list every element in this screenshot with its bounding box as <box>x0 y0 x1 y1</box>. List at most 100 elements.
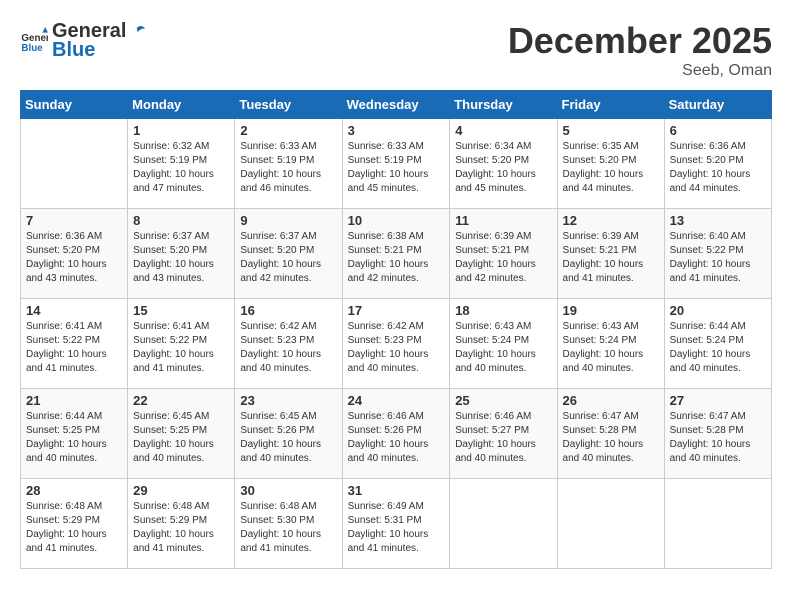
day-info: Sunrise: 6:36 AMSunset: 5:20 PMDaylight:… <box>670 140 766 196</box>
day-number: 23 <box>240 393 336 408</box>
page-header: General Blue General Blue December 2025 … <box>20 20 772 80</box>
calendar-cell: 9 Sunrise: 6:37 AMSunset: 5:20 PMDaylight… <box>235 209 342 299</box>
calendar-cell: 28Sunrise: 6:48 AMSunset: 5:29 PMDayligh… <box>21 479 128 569</box>
calendar-week-5: 28Sunrise: 6:48 AMSunset: 5:29 PMDayligh… <box>21 479 772 569</box>
day-info: Sunrise: 6:44 AMSunset: 5:25 PMDaylight:… <box>26 410 122 466</box>
day-info: Sunrise: 6:42 AMSunset: 5:23 PMDaylight:… <box>348 320 445 376</box>
day-number: 1 <box>133 123 229 138</box>
calendar-cell: 23Sunrise: 6:45 AMSunset: 5:26 PMDayligh… <box>235 389 342 479</box>
day-info: Sunrise: 6:32 AMSunset: 5:19 PMDaylight:… <box>133 140 229 196</box>
calendar-cell: 31 Sunrise: 6:49 AMSunset: 5:31 PMDayligh… <box>342 479 450 569</box>
calendar-cell <box>21 119 128 209</box>
weekday-header-wednesday: Wednesday <box>342 91 450 119</box>
day-number: 9 <box>240 213 336 228</box>
day-info: Sunrise: 6:33 AMSunset: 5:19 PMDaylight:… <box>348 140 445 196</box>
day-number: 8 <box>133 213 229 228</box>
day-number: 31 <box>348 483 445 498</box>
calendar-cell: 3 Sunrise: 6:33 AMSunset: 5:19 PMDaylight… <box>342 119 450 209</box>
day-info: Sunrise: 6:41 AMSunset: 5:22 PMDaylight:… <box>133 320 229 376</box>
day-info: Sunrise: 6:41 AMSunset: 5:22 PMDaylight:… <box>26 320 122 376</box>
calendar-cell: 13 Sunrise: 6:40 AMSunset: 5:22 PMDayligh… <box>664 209 771 299</box>
day-number: 11 <box>455 213 551 228</box>
calendar-cell: 17 Sunrise: 6:42 AMSunset: 5:23 PMDayligh… <box>342 299 450 389</box>
calendar-cell: 22Sunrise: 6:45 AMSunset: 5:25 PMDayligh… <box>128 389 235 479</box>
calendar-cell <box>450 479 557 569</box>
day-info: Sunrise: 6:33 AMSunset: 5:19 PMDaylight:… <box>240 140 336 196</box>
calendar-cell: 27Sunrise: 6:47 AMSunset: 5:28 PMDayligh… <box>664 389 771 479</box>
day-number: 4 <box>455 123 551 138</box>
calendar-cell: 11 Sunrise: 6:39 AMSunset: 5:21 PMDayligh… <box>450 209 557 299</box>
weekday-header-monday: Monday <box>128 91 235 119</box>
weekday-header-sunday: Sunday <box>21 91 128 119</box>
day-info: Sunrise: 6:35 AMSunset: 5:20 PMDaylight:… <box>563 140 659 196</box>
weekday-header-friday: Friday <box>557 91 664 119</box>
title-area: December 2025 Seeb, Oman <box>508 20 772 80</box>
day-info: Sunrise: 6:44 AMSunset: 5:24 PMDaylight:… <box>670 320 766 376</box>
calendar-cell: 6 Sunrise: 6:36 AMSunset: 5:20 PMDaylight… <box>664 119 771 209</box>
calendar-cell: 25 Sunrise: 6:46 AMSunset: 5:27 PMDayligh… <box>450 389 557 479</box>
location: Seeb, Oman <box>508 62 772 80</box>
day-info: Sunrise: 6:48 AMSunset: 5:30 PMDaylight:… <box>240 500 336 556</box>
day-info: Sunrise: 6:39 AMSunset: 5:21 PMDaylight:… <box>563 230 659 286</box>
day-number: 17 <box>348 303 445 318</box>
day-number: 5 <box>563 123 659 138</box>
calendar-table: SundayMondayTuesdayWednesdayThursdayFrid… <box>20 90 772 569</box>
day-number: 14 <box>26 303 122 318</box>
calendar-cell: 12 Sunrise: 6:39 AMSunset: 5:21 PMDayligh… <box>557 209 664 299</box>
day-number: 25 <box>455 393 551 408</box>
calendar-cell: 8 Sunrise: 6:37 AMSunset: 5:20 PMDaylight… <box>128 209 235 299</box>
calendar-cell: 14 Sunrise: 6:41 AMSunset: 5:22 PMDayligh… <box>21 299 128 389</box>
day-number: 2 <box>240 123 336 138</box>
day-number: 20 <box>670 303 766 318</box>
logo: General Blue General Blue <box>20 20 146 62</box>
calendar-cell: 4 Sunrise: 6:34 AMSunset: 5:20 PMDaylight… <box>450 119 557 209</box>
calendar-cell <box>664 479 771 569</box>
calendar-cell: 19Sunrise: 6:43 AMSunset: 5:24 PMDayligh… <box>557 299 664 389</box>
calendar-cell: 10 Sunrise: 6:38 AMSunset: 5:21 PMDayligh… <box>342 209 450 299</box>
day-number: 6 <box>670 123 766 138</box>
calendar-cell: 15 Sunrise: 6:41 AMSunset: 5:22 PMDayligh… <box>128 299 235 389</box>
logo-icon: General Blue <box>20 27 48 55</box>
day-info: Sunrise: 6:40 AMSunset: 5:22 PMDaylight:… <box>670 230 766 286</box>
calendar-cell: 21 Sunrise: 6:44 AMSunset: 5:25 PMDayligh… <box>21 389 128 479</box>
calendar-cell: 29Sunrise: 6:48 AMSunset: 5:29 PMDayligh… <box>128 479 235 569</box>
day-number: 29 <box>133 483 229 498</box>
day-number: 21 <box>26 393 122 408</box>
day-info: Sunrise: 6:34 AMSunset: 5:20 PMDaylight:… <box>455 140 551 196</box>
calendar-week-2: 7Sunrise: 6:36 AMSunset: 5:20 PMDaylight… <box>21 209 772 299</box>
day-info: Sunrise: 6:46 AMSunset: 5:27 PMDaylight:… <box>455 410 551 466</box>
day-number: 16 <box>240 303 336 318</box>
day-info: Sunrise: 6:37 AMSunset: 5:20 PMDaylight:… <box>240 230 336 286</box>
calendar-week-1: 1 Sunrise: 6:32 AMSunset: 5:19 PMDaylight… <box>21 119 772 209</box>
day-info: Sunrise: 6:37 AMSunset: 5:20 PMDaylight:… <box>133 230 229 286</box>
day-number: 7 <box>26 213 122 228</box>
day-number: 24 <box>348 393 445 408</box>
day-number: 22 <box>133 393 229 408</box>
day-info: Sunrise: 6:39 AMSunset: 5:21 PMDaylight:… <box>455 230 551 286</box>
day-number: 27 <box>670 393 766 408</box>
day-info: Sunrise: 6:38 AMSunset: 5:21 PMDaylight:… <box>348 230 445 286</box>
calendar-cell: 18Sunrise: 6:43 AMSunset: 5:24 PMDayligh… <box>450 299 557 389</box>
day-info: Sunrise: 6:42 AMSunset: 5:23 PMDaylight:… <box>240 320 336 376</box>
weekday-header-thursday: Thursday <box>450 91 557 119</box>
svg-text:Blue: Blue <box>21 43 43 54</box>
day-number: 10 <box>348 213 445 228</box>
day-number: 26 <box>563 393 659 408</box>
day-info: Sunrise: 6:49 AMSunset: 5:31 PMDaylight:… <box>348 500 445 556</box>
day-number: 18 <box>455 303 551 318</box>
day-number: 15 <box>133 303 229 318</box>
calendar-cell: 30Sunrise: 6:48 AMSunset: 5:30 PMDayligh… <box>235 479 342 569</box>
weekday-header-saturday: Saturday <box>664 91 771 119</box>
calendar-cell: 24Sunrise: 6:46 AMSunset: 5:26 PMDayligh… <box>342 389 450 479</box>
calendar-cell <box>557 479 664 569</box>
day-info: Sunrise: 6:48 AMSunset: 5:29 PMDaylight:… <box>26 500 122 556</box>
day-number: 12 <box>563 213 659 228</box>
calendar-cell: 1 Sunrise: 6:32 AMSunset: 5:19 PMDaylight… <box>128 119 235 209</box>
weekday-header-row: SundayMondayTuesdayWednesdayThursdayFrid… <box>21 91 772 119</box>
day-number: 3 <box>348 123 445 138</box>
calendar-week-4: 21 Sunrise: 6:44 AMSunset: 5:25 PMDayligh… <box>21 389 772 479</box>
calendar-cell: 26 Sunrise: 6:47 AMSunset: 5:28 PMDayligh… <box>557 389 664 479</box>
calendar-cell: 5 Sunrise: 6:35 AMSunset: 5:20 PMDaylight… <box>557 119 664 209</box>
day-number: 13 <box>670 213 766 228</box>
day-info: Sunrise: 6:47 AMSunset: 5:28 PMDaylight:… <box>563 410 659 466</box>
